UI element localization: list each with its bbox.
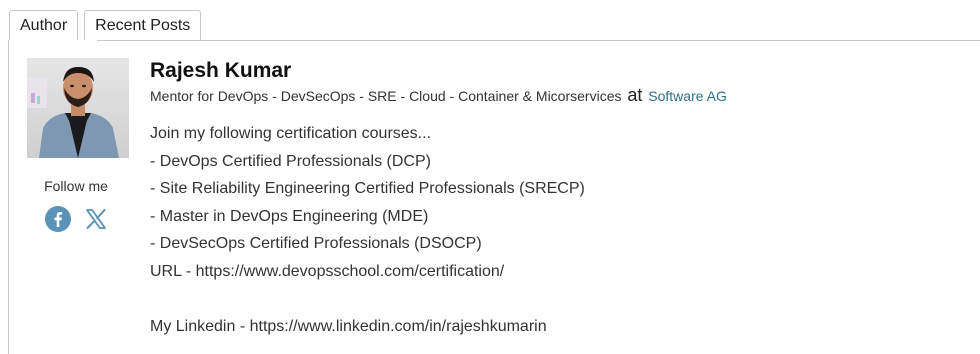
avatar-image bbox=[27, 58, 129, 158]
bio-line: Join my following certification courses.… bbox=[150, 125, 431, 142]
company-link[interactable]: Software AG bbox=[648, 88, 727, 104]
facebook-icon[interactable] bbox=[44, 205, 72, 233]
bio-line: - Master in DevOps Engineering (MDE) bbox=[150, 207, 429, 225]
author-box: Author Recent Posts Follow me Rajesh Kum… bbox=[0, 0, 980, 354]
x-icon[interactable] bbox=[82, 205, 110, 233]
at-label: at bbox=[627, 85, 643, 105]
tab-author[interactable]: Author bbox=[9, 10, 79, 40]
bio-line: - Site Reliability Engineering Certified… bbox=[150, 180, 585, 198]
avatar bbox=[27, 58, 129, 158]
follow-me-label: Follow me bbox=[44, 178, 108, 194]
tab-divider bbox=[97, 40, 980, 41]
author-content: Rajesh Kumar Mentor for DevOps - DevSecO… bbox=[150, 58, 970, 341]
social-links bbox=[44, 205, 110, 233]
author-tagline: Mentor for DevOps - DevSecOps - SRE - Cl… bbox=[150, 88, 622, 104]
bio-line: - DevOps Certified Professionals (DCP) bbox=[150, 152, 431, 170]
bio-linkedin-line: My Linkedin - https://www.linkedin.com/i… bbox=[150, 318, 547, 336]
tab-bar: Author Recent Posts bbox=[9, 10, 202, 40]
panel-border bbox=[8, 40, 9, 354]
author-name: Rajesh Kumar bbox=[150, 59, 292, 82]
author-bio: Join my following certification courses.… bbox=[150, 120, 970, 341]
bio-spacer bbox=[150, 286, 970, 314]
bio-url-line: URL - https://www.devopsschool.com/certi… bbox=[150, 262, 505, 280]
tab-recent-posts[interactable]: Recent Posts bbox=[84, 10, 202, 40]
bio-line: - DevSecOps Certified Professionals (DSO… bbox=[150, 235, 482, 253]
author-tagline-row: Mentor for DevOps - DevSecOps - SRE - Cl… bbox=[150, 84, 970, 107]
